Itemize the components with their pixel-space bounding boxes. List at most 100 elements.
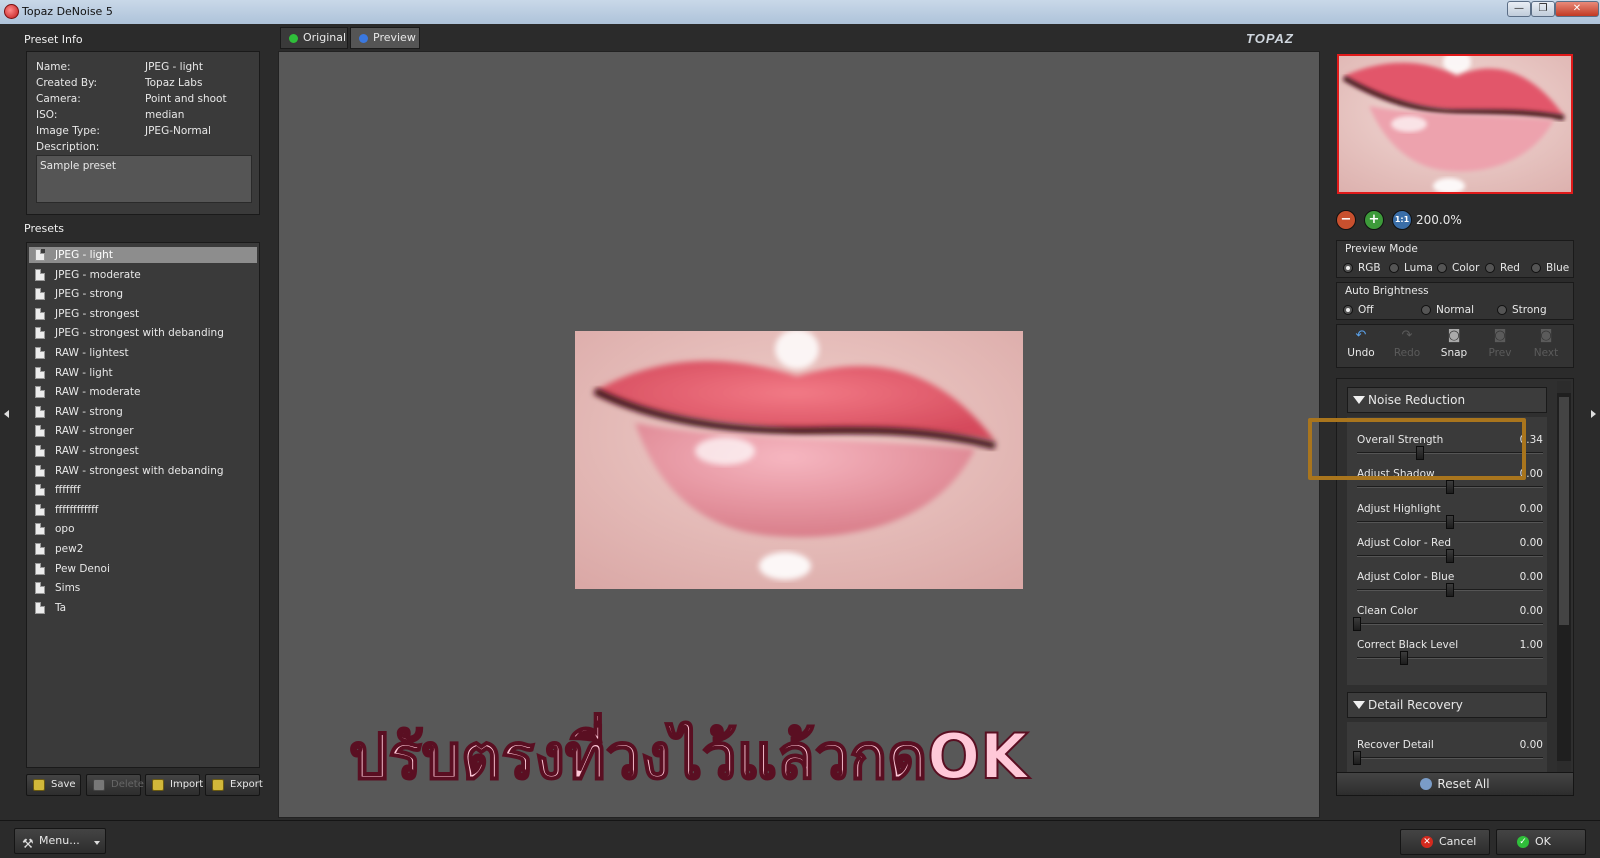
brightness-off[interactable]: Off xyxy=(1343,303,1393,317)
preview-mode-luma[interactable]: Luma xyxy=(1389,261,1441,275)
undo-button[interactable]: ↶ Undo xyxy=(1339,329,1383,365)
menu-button[interactable]: ⚒ Menu... xyxy=(14,828,106,854)
preset-item[interactable]: pew2 xyxy=(29,541,257,557)
info-row-description: Description: xyxy=(36,141,256,155)
preset-item[interactable]: RAW - light xyxy=(29,365,257,381)
slider-value: 0.00 xyxy=(1519,503,1543,515)
detail-recovery-body: Recover Detail 0.00 xyxy=(1347,722,1547,777)
preset-item[interactable]: RAW - stronger xyxy=(29,423,257,439)
preset-item[interactable]: ffffffffffff xyxy=(29,502,257,518)
import-preset-button[interactable]: Import xyxy=(145,774,203,796)
zoom-out-icon[interactable]: − xyxy=(1336,210,1356,230)
scrollbar-thumb[interactable] xyxy=(1559,397,1569,625)
preset-item[interactable]: JPEG - moderate xyxy=(29,267,257,283)
preset-item[interactable]: JPEG - strong xyxy=(29,286,257,302)
slider-thumb[interactable] xyxy=(1446,549,1454,563)
snap-label: Snap xyxy=(1440,347,1468,359)
preset-item[interactable]: Pew Denoi xyxy=(29,561,257,577)
radio-icon xyxy=(1531,263,1541,273)
cancel-button[interactable]: ✕ Cancel xyxy=(1400,829,1490,855)
brightness-strong[interactable]: Strong xyxy=(1497,303,1557,317)
wrench-icon: ⚒ xyxy=(22,837,34,852)
preset-item[interactable]: RAW - moderate xyxy=(29,384,257,400)
app-icon xyxy=(4,4,19,19)
preset-item-label: RAW - strongest xyxy=(55,445,139,457)
preset-info-box: Name: JPEG - light Created By: Topaz Lab… xyxy=(26,51,260,215)
ok-button[interactable]: ✓ OK xyxy=(1496,829,1586,855)
tab-original[interactable]: Original xyxy=(280,27,348,49)
save-label: Save xyxy=(51,779,76,790)
slider-adjust-highlight[interactable]: Adjust Highlight 0.00 xyxy=(1357,503,1543,537)
delete-preset-button[interactable]: Delete xyxy=(86,774,144,796)
slider-thumb[interactable] xyxy=(1446,515,1454,529)
slider-track xyxy=(1357,757,1543,759)
preset-item[interactable]: RAW - strongest xyxy=(29,443,257,459)
slider-thumb[interactable] xyxy=(1446,480,1454,494)
brightness-normal[interactable]: Normal xyxy=(1421,303,1481,317)
zoom-1to1-icon[interactable]: 1:1 xyxy=(1392,210,1412,230)
preset-item[interactable]: Sims xyxy=(29,580,257,596)
preview-canvas[interactable]: ปรับตรงที่วงไว้แล้วกดOK xyxy=(278,51,1320,818)
menu-label: Menu... xyxy=(39,834,80,847)
snap-button[interactable]: ◙ Snap xyxy=(1432,329,1476,365)
preview-mode-blue[interactable]: Blue xyxy=(1531,261,1571,275)
info-value: JPEG-Normal xyxy=(145,125,211,137)
preset-item[interactable]: RAW - strong xyxy=(29,404,257,420)
preset-item[interactable]: opo xyxy=(29,521,257,537)
info-value: JPEG - light xyxy=(145,61,203,73)
slider-clean-color[interactable]: Clean Color 0.00 xyxy=(1353,605,1543,639)
preset-item[interactable]: RAW - strongest with debanding xyxy=(29,463,257,479)
preset-item[interactable]: fffffff xyxy=(29,482,257,498)
maximize-button[interactable]: ❐ xyxy=(1531,1,1555,17)
slider-name: Recover Detail xyxy=(1357,739,1434,751)
slider-recover-detail[interactable]: Recover Detail 0.00 xyxy=(1353,739,1543,773)
preset-item[interactable]: RAW - lightest xyxy=(29,345,257,361)
document-icon xyxy=(35,249,45,261)
detail-recovery-header[interactable]: Detail Recovery xyxy=(1347,692,1547,718)
preview-mode-red[interactable]: Red xyxy=(1485,261,1529,275)
preset-item[interactable]: JPEG - light xyxy=(29,247,257,263)
minimize-button[interactable]: — xyxy=(1507,1,1531,17)
preview-mode-rgb[interactable]: RGB xyxy=(1343,261,1391,275)
next-button[interactable]: ◙ Next xyxy=(1524,329,1568,365)
reset-all-button[interactable]: Reset All xyxy=(1336,772,1574,796)
slider-thumb[interactable] xyxy=(1446,583,1454,597)
description-field[interactable]: Sample preset xyxy=(36,155,252,203)
preset-list[interactable]: JPEG - light JPEG - moderate JPEG - stro… xyxy=(26,242,260,768)
preset-info-heading: Preset Info xyxy=(24,33,83,46)
export-preset-button[interactable]: Export xyxy=(205,774,263,796)
slider-correct-black-level[interactable]: Correct Black Level 1.00 xyxy=(1357,639,1543,673)
noise-reduction-header[interactable]: Noise Reduction xyxy=(1347,387,1547,413)
preset-item[interactable]: JPEG - strongest with debanding xyxy=(29,325,257,341)
slider-thumb[interactable] xyxy=(1353,617,1361,631)
redo-button[interactable]: ↷ Redo xyxy=(1385,329,1429,365)
zoom-in-icon[interactable]: + xyxy=(1364,210,1384,230)
adjust-scrollbar[interactable] xyxy=(1557,381,1571,773)
tab-preview[interactable]: Preview xyxy=(350,27,420,49)
slider-track xyxy=(1357,623,1543,625)
document-icon xyxy=(35,484,45,496)
save-preset-button[interactable]: Save xyxy=(26,774,81,796)
scroll-up-arrow-icon[interactable] xyxy=(1557,381,1571,393)
collapse-right-arrow-icon[interactable] xyxy=(1591,410,1596,418)
preset-item[interactable]: JPEG - strongest xyxy=(29,306,257,322)
preset-item[interactable]: Ta xyxy=(29,600,257,616)
slider-adjust-color-red[interactable]: Adjust Color - Red 0.00 xyxy=(1357,537,1543,571)
navigator-thumbnail[interactable] xyxy=(1337,54,1573,194)
presets-heading: Presets xyxy=(24,222,65,235)
collapse-left-arrow-icon[interactable] xyxy=(4,410,9,418)
document-icon xyxy=(35,406,45,418)
preset-item-label: RAW - light xyxy=(55,367,113,379)
export-icon xyxy=(212,779,224,791)
slider-thumb[interactable] xyxy=(1353,751,1361,765)
preview-mode-color[interactable]: Color xyxy=(1437,261,1485,275)
preset-item-label: JPEG - strongest xyxy=(55,308,140,320)
slider-name: Adjust Highlight xyxy=(1357,503,1441,515)
slider-adjust-color-blue[interactable]: Adjust Color - Blue 0.00 xyxy=(1357,571,1543,605)
check-icon: ✓ xyxy=(1517,836,1529,848)
close-button[interactable]: ✕ xyxy=(1555,1,1599,17)
slider-thumb[interactable] xyxy=(1399,651,1408,665)
window-title: Topaz DeNoise 5 xyxy=(22,5,113,18)
prev-button[interactable]: ◙ Prev xyxy=(1478,329,1522,365)
green-dot-icon xyxy=(289,34,298,43)
